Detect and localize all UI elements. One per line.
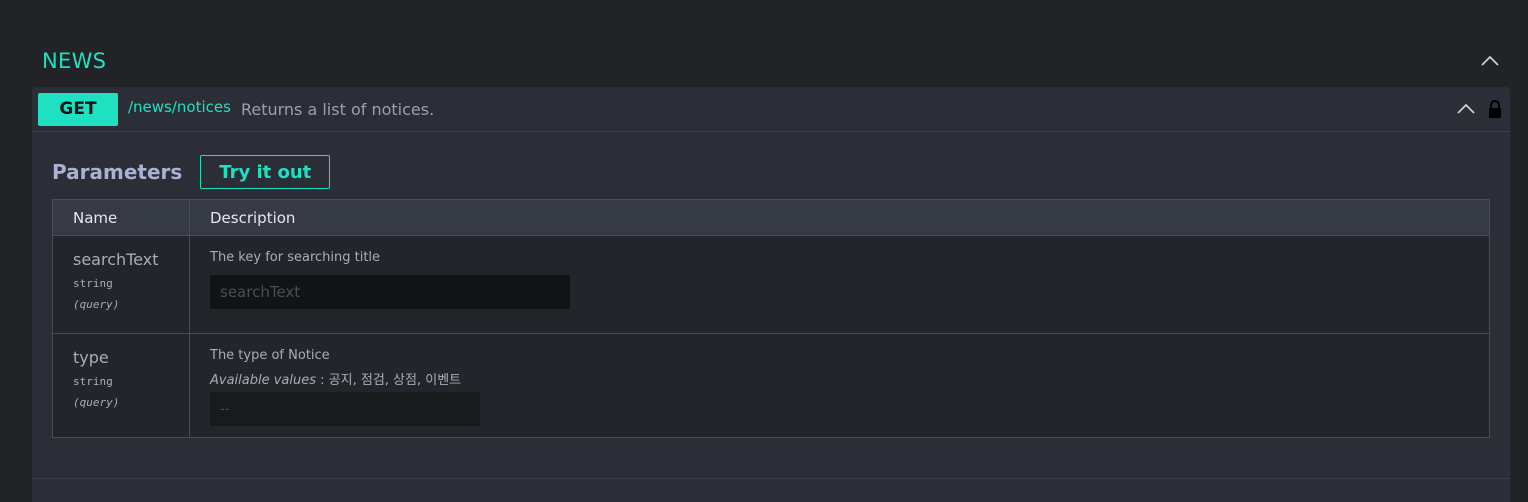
parameter-location: (query) (73, 298, 120, 311)
parameter-name-cell: type string (query) (53, 334, 190, 437)
parameters-table: Name Description searchText string (quer… (52, 199, 1490, 438)
column-header-description: Description (210, 208, 296, 227)
parameter-description-cell: The key for searching title (190, 236, 1489, 333)
tag-title: NEWS (42, 49, 107, 73)
search-text-input[interactable] (210, 275, 570, 309)
operation-block: GET /news/notices Returns a list of noti… (32, 87, 1510, 502)
try-it-out-button[interactable]: Try it out (200, 155, 331, 189)
parameters-title: Parameters (52, 160, 183, 184)
parameter-name: searchText (73, 250, 159, 269)
operation-description: Returns a list of notices. (240, 99, 435, 119)
parameter-type: string (73, 375, 113, 388)
parameter-description: The type of Notice (210, 348, 330, 363)
table-header: Name Description (53, 200, 1489, 236)
column-header-name: Name (53, 200, 190, 235)
available-values: Available values : 공지, 점검, 상점, 이벤트 (210, 369, 1489, 388)
parameter-location: (query) (73, 396, 120, 409)
lock-icon[interactable] (1486, 99, 1504, 119)
available-values-label: Available values (210, 373, 317, 388)
parameters-header: Parameters Try it out (52, 155, 331, 189)
chevron-up-icon[interactable] (1480, 51, 1500, 71)
type-select[interactable]: -- (210, 392, 480, 426)
parameter-description: The key for searching title (210, 250, 381, 265)
table-row: searchText string (query) The key for se… (53, 236, 1489, 334)
summary-controls (1456, 99, 1504, 119)
parameter-type: string (73, 277, 113, 290)
parameter-description-cell: The type of Notice Available values : 공지… (190, 334, 1489, 437)
operation-summary[interactable]: GET /news/notices Returns a list of noti… (32, 87, 1510, 132)
parameter-name-cell: searchText string (query) (53, 236, 190, 333)
parameter-name: type (73, 348, 109, 367)
method-badge: GET (38, 92, 118, 126)
available-values-list: : 공지, 점검, 상점, 이벤트 (320, 373, 462, 388)
operation-path: /news/notices (128, 98, 231, 116)
tag-section-header[interactable]: NEWS (32, 36, 1510, 86)
divider (32, 478, 1510, 479)
table-row: type string (query) The type of Notice A… (53, 334, 1489, 437)
chevron-up-icon[interactable] (1456, 99, 1476, 119)
